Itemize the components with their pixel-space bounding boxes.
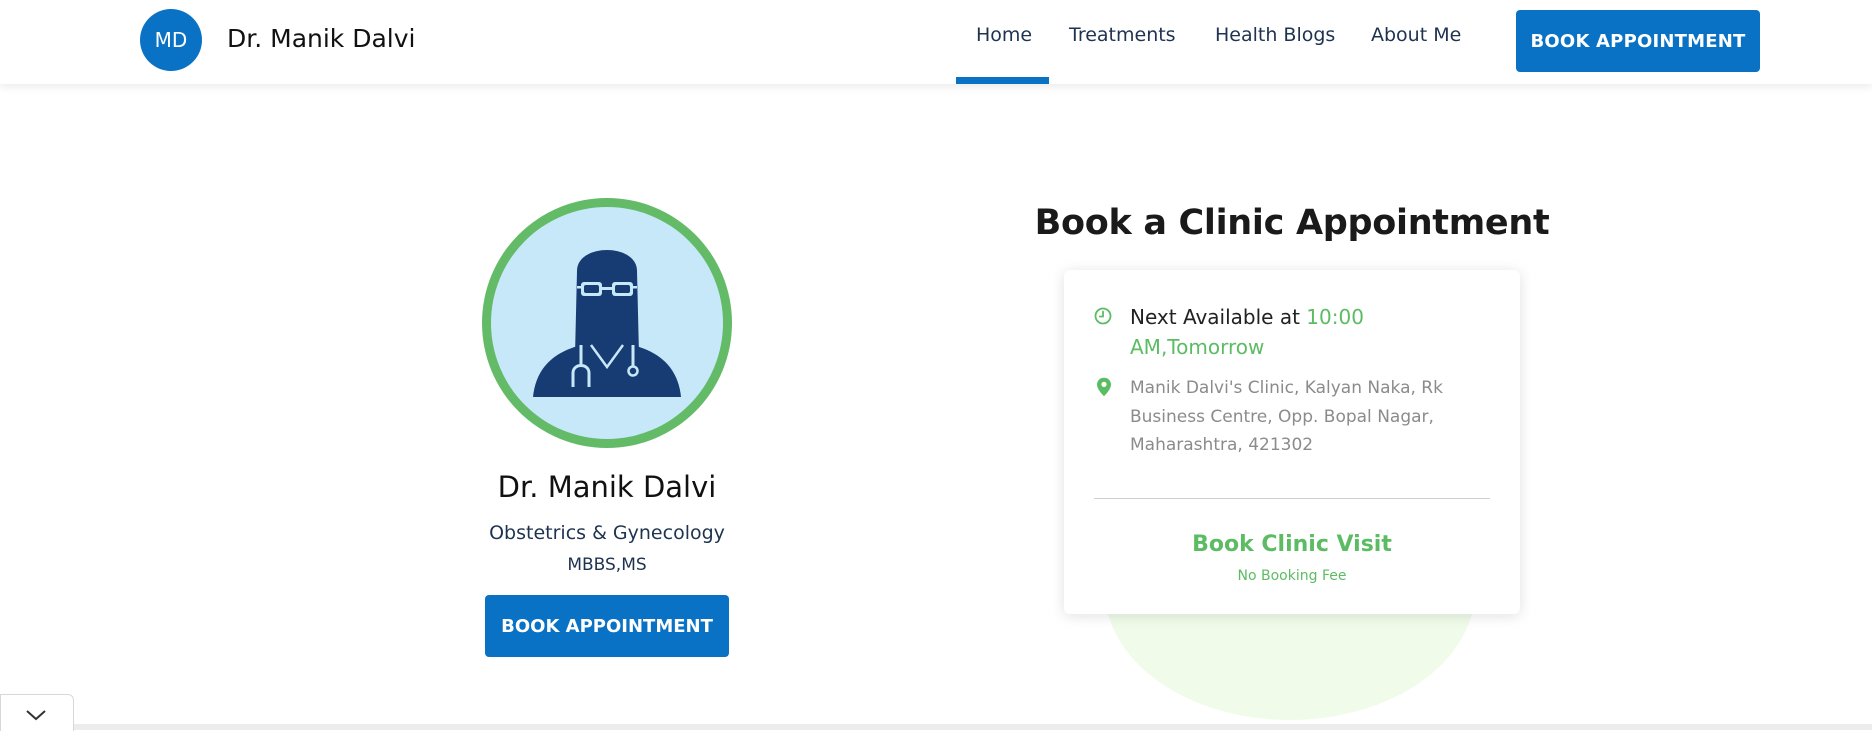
clock-icon bbox=[1094, 307, 1112, 325]
nav-about-me[interactable]: About Me bbox=[1371, 24, 1461, 46]
clinic-address: Manik Dalvi's Clinic, Kalyan Naka, Rk Bu… bbox=[1130, 378, 1443, 455]
location-pin-icon bbox=[1096, 377, 1112, 397]
nav-home[interactable]: Home bbox=[976, 24, 1032, 46]
doctor-avatar-icon bbox=[491, 207, 723, 439]
nav-health-blogs[interactable]: Health Blogs bbox=[1215, 24, 1335, 46]
logo-badge[interactable]: MD bbox=[140, 9, 202, 71]
book-clinic-visit-link[interactable]: Book Clinic Visit bbox=[1064, 532, 1520, 557]
chevron-down-icon bbox=[25, 707, 47, 726]
booking-title: Book a Clinic Appointment bbox=[1034, 203, 1550, 243]
profile-book-appointment-button[interactable]: BOOK APPOINTMENT bbox=[485, 595, 729, 657]
doctor-degree: MBBS,MS bbox=[567, 555, 647, 575]
doctor-avatar bbox=[482, 198, 732, 448]
logo-initials: MD bbox=[154, 28, 188, 52]
next-available-text: Next Available at 10:00 AM,Tomorrow bbox=[1130, 302, 1490, 362]
no-booking-fee-note: No Booking Fee bbox=[1237, 568, 1347, 584]
active-nav-indicator bbox=[956, 77, 1049, 84]
brand-name[interactable]: Dr. Manik Dalvi bbox=[227, 24, 416, 53]
collapse-toggle[interactable] bbox=[0, 694, 74, 731]
bottom-bar bbox=[0, 724, 1872, 730]
card-divider bbox=[1094, 498, 1490, 499]
booking-card: Next Available at 10:00 AM,Tomorrow Mani… bbox=[1064, 270, 1520, 614]
site-header: MD Dr. Manik Dalvi Home Treatments Healt… bbox=[0, 0, 1872, 84]
header-book-appointment-button[interactable]: BOOK APPOINTMENT bbox=[1516, 10, 1760, 72]
doctor-specialty: Obstetrics & Gynecology bbox=[489, 522, 725, 544]
next-available-label: Next Available at bbox=[1130, 305, 1307, 329]
nav-treatments[interactable]: Treatments bbox=[1069, 24, 1176, 46]
doctor-name: Dr. Manik Dalvi bbox=[497, 470, 717, 504]
